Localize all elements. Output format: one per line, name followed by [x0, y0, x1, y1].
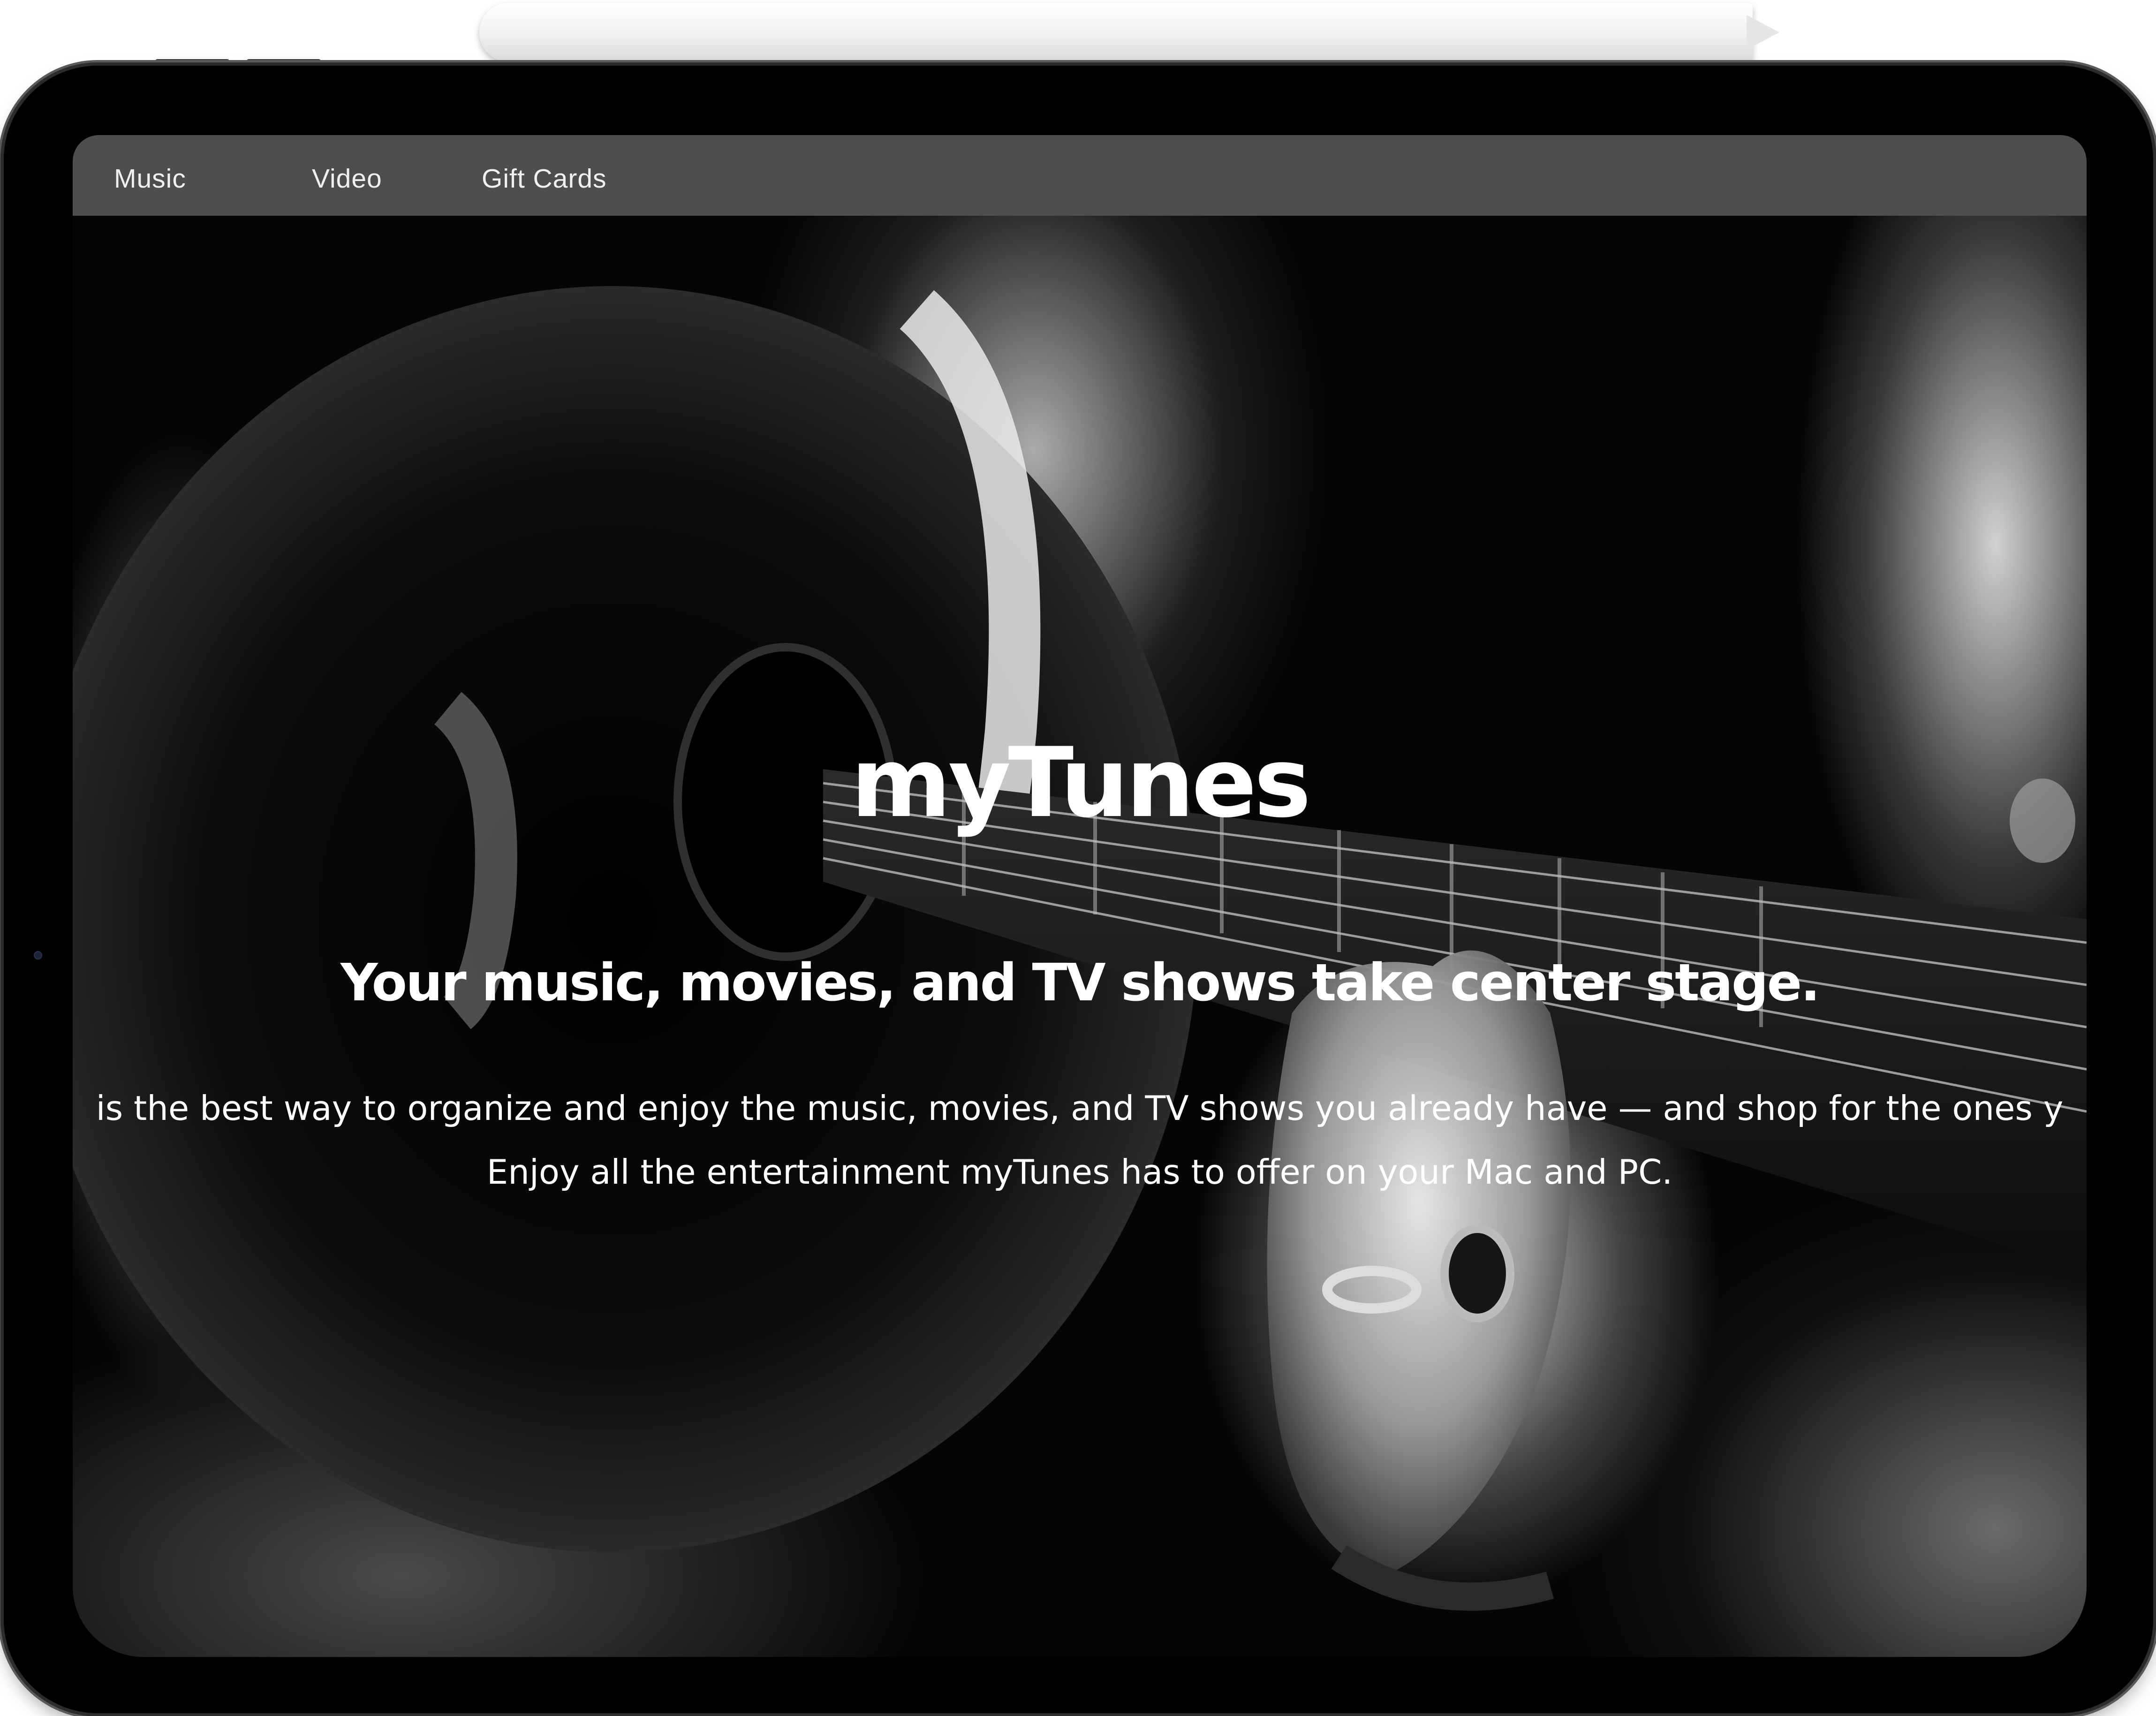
top-navigation-bar: Music Video Gift Cards	[73, 135, 2087, 216]
hero-description-line-2: Enjoy all the entertainment myTunes has …	[486, 1152, 1673, 1192]
hero-description: is the best way to organize and enjoy th…	[73, 1076, 2087, 1204]
stone-ring	[1440, 1225, 1514, 1322]
hero-description-line-1: is the best way to organize and enjoy th…	[96, 1089, 2064, 1128]
fretting-hand	[1267, 950, 1571, 1576]
tablet-screen: Music Video Gift Cards myTunes Your musi…	[73, 135, 2087, 1657]
hero-title: myTunes	[851, 727, 1311, 839]
nav-link-video[interactable]: Video	[312, 135, 382, 216]
hero-section: myTunes Your music, movies, and TV shows…	[73, 216, 2087, 1657]
apple-pencil	[479, 3, 1753, 62]
nav-link-music[interactable]: Music	[114, 135, 186, 216]
front-camera	[34, 951, 42, 960]
apple-pencil-tip	[1747, 15, 1779, 50]
bracelet	[1331, 1545, 1554, 1611]
hero-subtitle: Your music, movies, and TV shows take ce…	[340, 952, 1820, 1013]
hero-background-image	[73, 286, 2087, 1611]
nav-link-gift-cards[interactable]: Gift Cards	[482, 135, 607, 216]
